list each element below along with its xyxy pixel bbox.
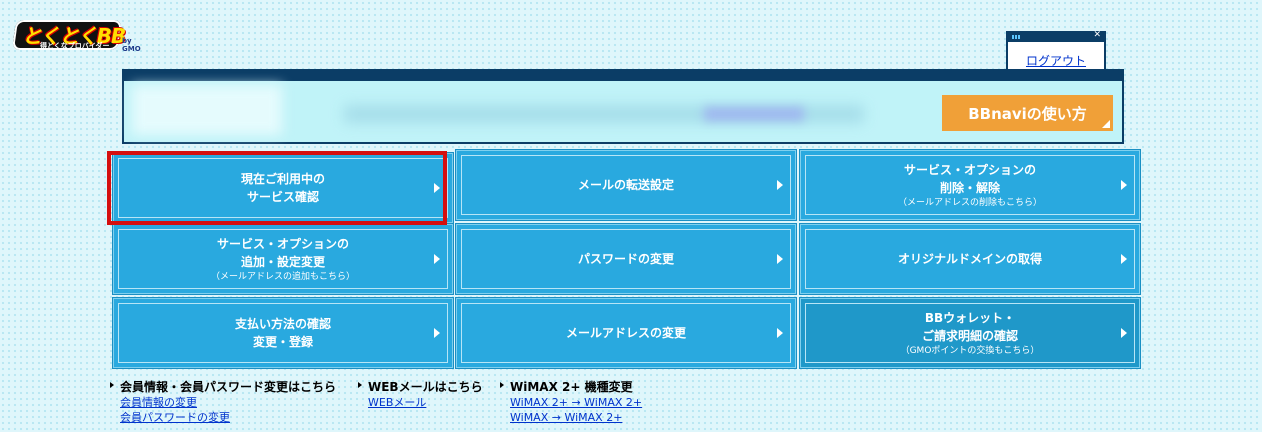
logout-box-titlebar: ✕	[1008, 30, 1104, 42]
window-dots-icon	[1012, 35, 1021, 39]
tile-label: サービス・オプションの 削除・解除	[903, 162, 1036, 195]
member-panel-header	[124, 71, 1122, 81]
tile-label: メールアドレスの変更	[565, 326, 686, 340]
tile-service-remove[interactable]: サービス・オプションの 削除・解除 （メールアドレスの削除もこちら）	[800, 150, 1140, 220]
logout-link[interactable]: ログアウト	[1008, 52, 1104, 69]
webmail-links: WEBメールはこちら WEBメール	[358, 378, 483, 410]
tile-service-add[interactable]: サービス・オプションの 追加・設定変更 （メールアドレスの追加もこちら）	[113, 224, 453, 294]
member-password-change-link[interactable]: 会員パスワードの変更	[120, 410, 336, 425]
wimax2-to-wimax2-link[interactable]: WiMAX 2+ → WiMAX 2+	[510, 395, 642, 410]
tile-original-domain[interactable]: オリジナルドメインの取得	[800, 224, 1140, 294]
arrow-right-icon	[777, 254, 783, 264]
member-info-change-link[interactable]: 会員情報の変更	[120, 395, 336, 410]
tile-note: （GMOポイントの交換もこちら）	[900, 345, 1040, 356]
webmail-link[interactable]: WEBメール	[368, 395, 483, 410]
tile-label: 支払い方法の確認 変更・登録	[234, 317, 331, 349]
tile-mail-address-change[interactable]: メールアドレスの変更	[456, 298, 796, 368]
bbnavi-guide-button[interactable]: BBnaviの使い方	[942, 95, 1113, 131]
tile-label: オリジナルドメインの取得	[897, 252, 1042, 266]
wimax-links: WiMAX 2+ 機種変更 WiMAX 2+ → WiMAX 2+ WiMAX …	[500, 378, 642, 425]
tile-label: メールの転送設定	[577, 178, 674, 192]
logo[interactable]: とくとくBB 得とくなプロバイダー by GMO	[11, 18, 141, 54]
blurred-member-link	[704, 107, 804, 121]
tile-bb-wallet[interactable]: BBウォレット・ ご請求明細の確認 （GMOポイントの交換もこちら）	[800, 298, 1140, 368]
tile-label: パスワードの変更	[577, 252, 674, 266]
tile-password-change[interactable]: パスワードの変更	[456, 224, 796, 294]
tile-label: 現在ご利用中の サービス確認	[240, 172, 325, 204]
arrow-right-icon	[434, 254, 440, 264]
logo-tagline: 得とくなプロバイダー	[40, 42, 110, 50]
tile-label: サービス・オプションの 追加・設定変更	[216, 236, 349, 269]
tile-current-service[interactable]: 現在ご利用中の サービス確認	[113, 153, 453, 223]
logo-gmo: by GMO	[122, 37, 141, 53]
tile-mail-forwarding[interactable]: メールの転送設定	[456, 150, 796, 220]
tile-note: （メールアドレスの追加もこちら）	[210, 271, 355, 282]
blurred-member-name	[132, 85, 282, 135]
close-icon: ✕	[1093, 30, 1101, 40]
guide-button-label: BBnaviの使い方	[968, 104, 1087, 123]
arrow-right-icon	[1121, 328, 1127, 338]
corner-arrow-icon	[1102, 120, 1110, 128]
tile-note: （メールアドレスの削除もこちら）	[897, 197, 1042, 208]
tile-payment-method[interactable]: 支払い方法の確認 変更・登録	[113, 298, 453, 368]
arrow-right-icon	[777, 180, 783, 190]
menu-grid: 現在ご利用中の サービス確認 メールの転送設定 サービス・オプションの 削除・解…	[110, 150, 1140, 368]
arrow-right-icon	[1121, 180, 1127, 190]
tile-label: BBウォレット・ ご請求明細の確認	[921, 310, 1018, 343]
arrow-right-icon	[777, 328, 783, 338]
webmail-links-title: WEBメールはこちら	[358, 378, 483, 395]
arrow-right-icon	[1121, 254, 1127, 264]
member-links-title: 会員情報・会員パスワード変更はこちら	[110, 378, 336, 395]
wimax-links-title: WiMAX 2+ 機種変更	[500, 378, 642, 395]
arrow-right-icon	[434, 183, 440, 193]
arrow-right-icon	[434, 328, 440, 338]
wimax-to-wimax2-link[interactable]: WiMAX → WiMAX 2+	[510, 410, 642, 425]
member-links: 会員情報・会員パスワード変更はこちら 会員情報の変更 会員パスワードの変更	[110, 378, 336, 425]
